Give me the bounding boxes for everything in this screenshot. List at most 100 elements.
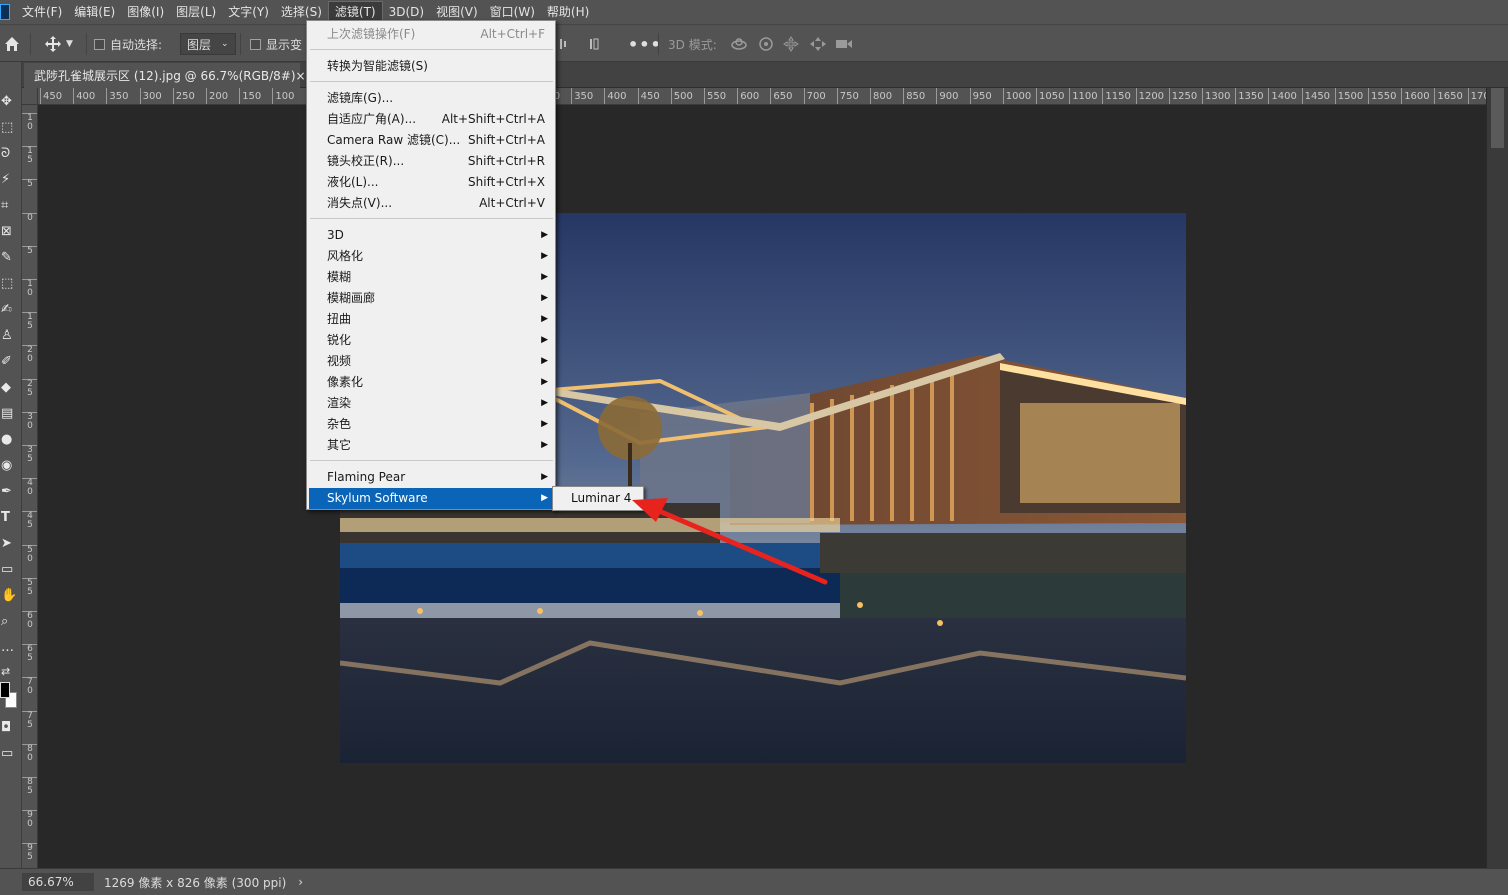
3d-slide-icon[interactable] xyxy=(809,25,827,63)
type-tool-icon[interactable]: T xyxy=(0,508,22,528)
menu-item-flaming-pear[interactable]: Flaming Pear ▶ xyxy=(309,467,554,488)
ruler-tick-label: 0 xyxy=(22,212,37,223)
pen-tool-icon[interactable]: ✒ xyxy=(0,482,22,502)
zoom-level-field[interactable]: 66.67% xyxy=(22,873,94,891)
ruler-tick-label: 1150 xyxy=(1102,88,1131,104)
quick-mask-icon[interactable]: ◘ xyxy=(0,718,22,738)
more-tools-icon[interactable]: … xyxy=(0,638,22,658)
ruler-tick-label: 950 xyxy=(969,88,992,104)
3d-camera-icon[interactable] xyxy=(835,25,853,63)
menu-item-camera-raw[interactable]: Camera Raw 滤镜(C)... Shift+Ctrl+A xyxy=(309,130,554,151)
brush-tool-icon[interactable]: ✍ xyxy=(0,300,22,320)
foreground-color-swatch[interactable] xyxy=(0,682,10,698)
menu-item-pixelate[interactable]: 像素化 ▶ xyxy=(309,372,554,393)
rectangle-tool-icon[interactable]: ▭ xyxy=(0,560,22,580)
move-tool-icon[interactable]: ▼ xyxy=(44,25,73,63)
close-tab-icon[interactable]: × xyxy=(296,69,306,83)
document-tab[interactable]: 武陟孔雀城展示区 (12).jpg @ 66.7%(RGB/8#) × xyxy=(24,63,306,88)
auto-select-dropdown[interactable]: 图层 ⌄ xyxy=(180,25,236,63)
menu-item-render[interactable]: 渲染 ▶ xyxy=(309,393,554,414)
ruler-tick-label: 30 xyxy=(22,411,37,431)
frame-tool-icon[interactable]: ⊠ xyxy=(0,222,22,242)
dodge-tool-icon[interactable]: ◉ xyxy=(0,456,22,476)
ruler-tick-label: 10 xyxy=(22,113,37,132)
menu-item-adaptive-wide-angle[interactable]: 自适应广角(A)... Alt+Shift+Ctrl+A xyxy=(309,109,554,130)
ruler-tick-label: 850 xyxy=(903,88,925,104)
menu-item-filter-gallery[interactable]: 滤镜库(G)... xyxy=(309,88,554,109)
magic-wand-tool-icon[interactable]: ⚡ xyxy=(0,170,22,190)
auto-select-option[interactable]: 自动选择: xyxy=(94,25,162,63)
ruler-tick-label: 1400 xyxy=(1268,88,1297,104)
hand-tool-icon[interactable]: ✋ xyxy=(0,586,22,606)
crop-tool-icon[interactable]: ⌗ xyxy=(0,196,22,216)
ruler-tick-label: 1600 xyxy=(1401,88,1430,104)
chevron-down-icon: ⌄ xyxy=(221,39,229,49)
menu-item-distort[interactable]: 扭曲 ▶ xyxy=(309,309,554,330)
ruler-tick-label: 10 xyxy=(22,279,37,298)
auto-select-checkbox[interactable] xyxy=(94,38,105,50)
align-icon[interactable] xyxy=(560,25,570,63)
menu-edit[interactable]: 编辑(E) xyxy=(68,1,121,23)
swap-colors-icon[interactable]: ⇄ xyxy=(0,662,22,682)
menu-item-lens-correction[interactable]: 镜头校正(R)... Shift+Ctrl+R xyxy=(309,151,554,172)
more-options-icon[interactable]: ••• xyxy=(628,25,662,63)
show-transform-checkbox[interactable] xyxy=(250,38,261,50)
menu-item-liquify[interactable]: 液化(L)... Shift+Ctrl+X xyxy=(309,172,554,193)
ruler-origin[interactable] xyxy=(22,88,38,105)
blur-tool-icon[interactable]: ● xyxy=(0,430,22,450)
move-tool-icon[interactable]: ✥ xyxy=(0,92,22,112)
menu-item-luminar-4[interactable]: Luminar 4 xyxy=(555,489,641,508)
show-transform-label: 显示变 xyxy=(266,37,303,52)
history-brush-tool-icon[interactable]: ✐ xyxy=(0,352,22,372)
ruler-tick-label: 1200 xyxy=(1135,88,1164,104)
distribute-icon[interactable] xyxy=(590,25,600,63)
menu-item-blur-gallery[interactable]: 模糊画廊 ▶ xyxy=(309,288,554,309)
eraser-tool-icon[interactable]: ◆ xyxy=(0,378,22,398)
submenu-arrow-icon: ▶ xyxy=(541,398,548,408)
filter-menu-dropdown: 上次滤镜操作(F) Alt+Ctrl+F 转换为智能滤镜(S) 滤镜库(G)...… xyxy=(306,20,556,510)
menu-item-last-filter[interactable]: 上次滤镜操作(F) Alt+Ctrl+F xyxy=(309,24,554,45)
lasso-tool-icon[interactable]: ᘐ xyxy=(0,144,22,164)
path-select-tool-icon[interactable]: ➤ xyxy=(0,534,22,554)
menu-item-convert-smart-filters[interactable]: 转换为智能滤镜(S) xyxy=(309,56,554,77)
menu-item-other[interactable]: 其它 ▶ xyxy=(309,435,554,456)
healing-brush-tool-icon[interactable]: ⬚ xyxy=(0,274,22,294)
chevron-down-icon[interactable]: ▼ xyxy=(66,39,73,49)
menu-item-3d[interactable]: 3D ▶ xyxy=(309,225,554,246)
ruler-tick-label: 20 xyxy=(22,345,37,364)
ruler-tick-label: 800 xyxy=(870,88,892,104)
status-menu-arrow-icon[interactable]: › xyxy=(298,875,303,889)
ruler-tick-label: 750 xyxy=(836,88,859,104)
menu-item-skylum-software[interactable]: Skylum Software ▶ xyxy=(309,488,554,509)
menu-image[interactable]: 图像(I) xyxy=(121,1,170,23)
zoom-tool-icon[interactable]: ⌕ xyxy=(0,612,22,632)
3d-orbit-icon[interactable] xyxy=(730,25,748,63)
vertical-ruler[interactable]: 1015505101520253035404550556065707580859… xyxy=(22,105,38,868)
vertical-scrollbar[interactable] xyxy=(1486,88,1508,868)
menu-type[interactable]: 文字(Y) xyxy=(222,1,275,23)
screen-mode-icon[interactable]: ▭ xyxy=(0,744,22,764)
menu-item-stylize[interactable]: 风格化 ▶ xyxy=(309,246,554,267)
menu-file[interactable]: 文件(F) xyxy=(16,1,68,23)
eyedropper-tool-icon[interactable]: ✎ xyxy=(0,248,22,268)
3d-mode-label: 3D 模式: xyxy=(668,37,717,52)
show-transform-option[interactable]: 显示变 xyxy=(250,25,302,63)
menu-item-sharpen[interactable]: 锐化 ▶ xyxy=(309,330,554,351)
3d-roll-icon[interactable] xyxy=(758,25,774,63)
home-icon[interactable] xyxy=(4,25,20,63)
marquee-tool-icon[interactable]: ⬚ xyxy=(0,118,22,138)
document-info[interactable]: 1269 像素 x 826 像素 (300 ppi) xyxy=(104,874,286,891)
horizontal-ruler[interactable]: 4504003503002502001501005005010015020025… xyxy=(38,88,1486,105)
3d-pan-icon[interactable] xyxy=(783,25,799,63)
menu-item-video[interactable]: 视频 ▶ xyxy=(309,351,554,372)
menu-item-blur[interactable]: 模糊 ▶ xyxy=(309,267,554,288)
gradient-tool-icon[interactable]: ▤ xyxy=(0,404,22,424)
menu-layer[interactable]: 图层(L) xyxy=(170,1,222,23)
ruler-tick-label: 150 xyxy=(239,88,261,104)
menu-item-noise[interactable]: 杂色 ▶ xyxy=(309,414,554,435)
stamp-tool-icon[interactable]: ♙ xyxy=(0,326,22,346)
scrollbar-thumb[interactable] xyxy=(1491,88,1504,148)
ruler-tick-label: 450 xyxy=(637,88,660,104)
menu-item-vanishing-point[interactable]: 消失点(V)... Alt+Ctrl+V xyxy=(309,193,554,214)
auto-select-value: 图层 xyxy=(187,37,212,52)
